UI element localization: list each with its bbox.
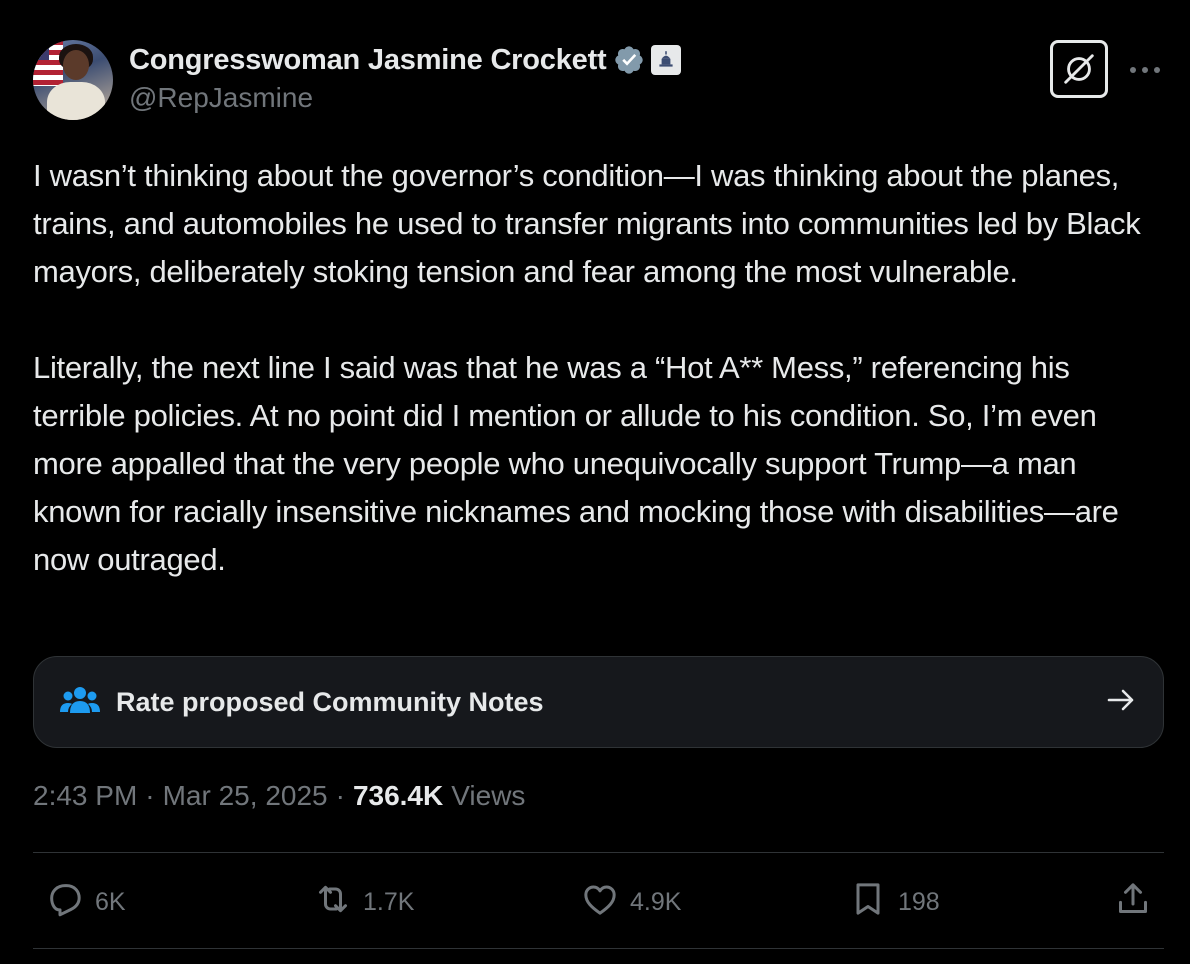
- views-label: Views: [451, 780, 526, 811]
- bookmark-count: 198: [898, 887, 940, 916]
- meta-separator: ·: [335, 780, 345, 811]
- share-icon: [1113, 879, 1153, 926]
- community-notes-button[interactable]: Rate proposed Community Notes: [33, 656, 1164, 748]
- like-icon: [580, 879, 620, 926]
- author-handle[interactable]: @RepJasmine: [129, 82, 313, 114]
- more-icon[interactable]: [1128, 56, 1162, 84]
- repost-button[interactable]: 1.7K: [313, 872, 414, 932]
- capitol-building-icon[interactable]: [650, 45, 681, 75]
- divider: [33, 948, 1164, 949]
- like-count: 4.9K: [630, 887, 682, 916]
- community-notes-label: Rate proposed Community Notes: [116, 686, 544, 717]
- divider: [33, 852, 1164, 853]
- reply-icon: [45, 879, 85, 926]
- reply-count: 6K: [95, 887, 126, 916]
- meta-separator: ·: [145, 780, 155, 811]
- reply-button[interactable]: 6K: [45, 872, 126, 932]
- grok-icon[interactable]: [1050, 40, 1108, 98]
- tweet-time[interactable]: 2:43 PM: [33, 780, 137, 812]
- tweet-date[interactable]: Mar 25, 2025: [163, 780, 328, 812]
- author-name-row: Congresswoman Jasmine Crockett: [129, 40, 681, 80]
- verified-badge-icon[interactable]: [613, 44, 645, 76]
- author-name[interactable]: Congresswoman Jasmine Crockett: [129, 44, 607, 77]
- tweet-paragraph: I wasn’t thinking about the governor’s c…: [33, 158, 1141, 289]
- like-button[interactable]: 4.9K: [580, 872, 681, 932]
- avatar[interactable]: [33, 40, 113, 120]
- repost-icon: [313, 879, 353, 926]
- tweet-meta: 2:43 PM · Mar 25, 2025 · 736.4K Views: [33, 780, 525, 812]
- bookmark-button[interactable]: 198: [848, 872, 940, 932]
- community-notes-icon: [60, 685, 100, 720]
- arrow-right-icon: [1105, 684, 1137, 721]
- bookmark-icon: [848, 879, 888, 926]
- share-button[interactable]: [1113, 872, 1153, 932]
- action-bar: 6K 1.7K 4.9K 198: [33, 872, 1164, 932]
- repost-count: 1.7K: [363, 887, 415, 916]
- tweet-paragraph: Literally, the next line I said was that…: [33, 350, 1119, 577]
- tweet-text: I wasn’t thinking about the governor’s c…: [33, 152, 1163, 584]
- views-count: 736.4K: [352, 780, 444, 811]
